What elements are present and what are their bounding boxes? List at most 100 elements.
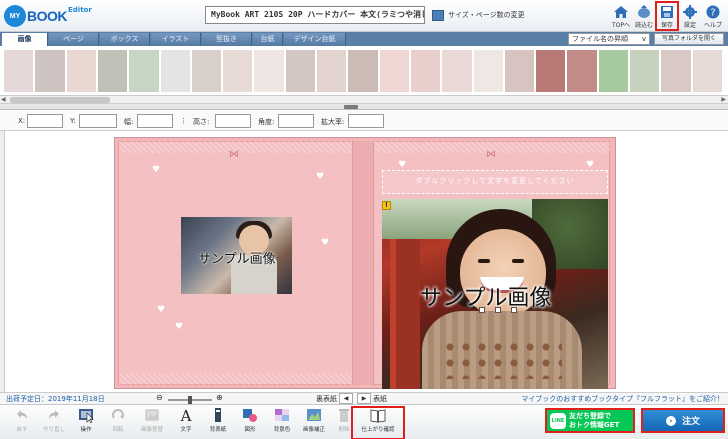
vertical-ruler <box>0 131 5 392</box>
width-field[interactable] <box>137 114 173 128</box>
image-swap-button[interactable]: 画像差替 <box>138 407 166 439</box>
image-thumbnail[interactable] <box>630 50 660 92</box>
image-thumbnail[interactable] <box>442 50 472 92</box>
image-thumbnail[interactable] <box>410 50 441 92</box>
image-thumbnail[interactable] <box>317 50 347 92</box>
image-thumbnail[interactable] <box>567 50 597 92</box>
prev-page-button[interactable]: ◀ <box>339 393 353 404</box>
sort-select[interactable]: ファイル名の昇順 v <box>568 33 650 45</box>
image-thumbnail[interactable] <box>160 50 190 92</box>
correction-button[interactable]: 画像補正 <box>300 407 328 439</box>
tab-images[interactable]: 画像 <box>2 33 48 46</box>
zoom-knob[interactable] <box>188 396 192 404</box>
image-thumbnail[interactable] <box>504 50 535 92</box>
front-title-placeholder: ダブルクリックして文字を変更してください <box>415 177 575 185</box>
tab-boxes[interactable]: ボックス <box>100 33 150 46</box>
shape-button[interactable]: 図形 <box>236 407 264 439</box>
page-navigator: 裏表紙 ◀ ▶ 表紙 <box>316 393 387 404</box>
open-photo-folder-button[interactable]: 写真フォルダを開く <box>654 33 724 45</box>
app-logo[interactable]: MY BOOK Editor <box>4 4 92 28</box>
image-thumbnail[interactable] <box>35 50 65 92</box>
line-text-2: おトク情報GET <box>569 420 620 429</box>
spine-panel[interactable] <box>352 141 374 385</box>
preview-button[interactable]: 仕上がり確認 <box>351 406 405 439</box>
text-button[interactable]: A 文字 <box>172 407 200 439</box>
scroll-thumb[interactable] <box>10 97 110 103</box>
top-load-button[interactable]: 読込む <box>633 2 655 30</box>
promo-link[interactable]: マイブックのおすすめブックタイプ『フルフラット』をご紹介！ <box>521 394 724 404</box>
link-icon[interactable]: ⋮ <box>180 117 187 125</box>
tab-design-mounts[interactable]: デザイン台紙 <box>284 33 346 46</box>
image-thumbnail[interactable] <box>379 50 409 92</box>
top-home-button[interactable]: TOPへ <box>610 2 632 30</box>
image-thumbnail[interactable] <box>598 50 629 92</box>
zoom-slider[interactable]: ⊖ ⊕ <box>156 393 226 404</box>
angle-field[interactable] <box>278 114 314 128</box>
chevron-right-icon: › <box>665 415 676 426</box>
home-icon <box>614 6 628 18</box>
top-settings-button[interactable]: 設定 <box>679 2 701 30</box>
image-thumbnail[interactable] <box>191 50 222 92</box>
resize-handle[interactable] <box>511 307 517 313</box>
spine-button[interactable]: 背表紙 <box>204 407 232 439</box>
image-thumbnail[interactable] <box>254 50 284 92</box>
splitter-grip[interactable] <box>344 105 358 109</box>
heart-icon: ♥ <box>398 160 407 170</box>
tab-cutouts[interactable]: 型抜き <box>202 33 252 46</box>
material-tab-bar: 画像 ページ ボックス イラスト 型抜き 台紙 デザイン台紙 ファイル名の昇順 … <box>0 32 728 46</box>
ribbon-icon: ⋈ <box>486 149 496 160</box>
zoom-in-icon[interactable]: ⊕ <box>216 393 223 402</box>
tab-mounts[interactable]: 台紙 <box>253 33 283 46</box>
rotate-button[interactable]: 回転 <box>104 407 132 439</box>
image-swap-icon <box>145 409 159 421</box>
x-label: X: <box>18 117 26 125</box>
image-thumbnail[interactable] <box>129 50 159 92</box>
change-size-button[interactable]: サイズ・ページ数の変更 <box>432 7 525 23</box>
image-thumbnail[interactable] <box>348 50 378 92</box>
next-page-button[interactable]: ▶ <box>357 393 371 404</box>
line-friend-button[interactable]: LINE 友だち登録で おトク情報GET <box>545 408 635 433</box>
resize-handle[interactable] <box>479 307 485 313</box>
tab-pages[interactable]: ページ <box>49 33 99 46</box>
heart-icon: ♥ <box>175 322 184 332</box>
image-thumbnail[interactable] <box>692 50 722 92</box>
image-thumbnail[interactable] <box>97 50 128 92</box>
image-thumbnail[interactable] <box>66 50 96 92</box>
image-thumbnail[interactable] <box>473 50 503 92</box>
chevron-down-icon: v <box>641 35 646 43</box>
height-field[interactable] <box>215 114 251 128</box>
heart-icon: ♥ <box>321 238 330 248</box>
image-thumbnail[interactable] <box>661 50 691 92</box>
panel-splitter[interactable] <box>0 104 728 110</box>
image-thumbnail[interactable] <box>223 50 253 92</box>
y-field[interactable] <box>79 114 117 128</box>
back-cover-label: 裏表紙 <box>316 394 337 403</box>
angle-label: 角度: <box>258 118 275 126</box>
property-bar: X: Y: 幅: ⋮ 高さ: 角度: 拡大率: <box>0 111 728 131</box>
operate-button[interactable]: 操作 <box>72 407 100 439</box>
text-icon: A <box>180 407 192 423</box>
order-label: 注文 <box>681 417 700 427</box>
scale-field[interactable] <box>348 114 384 128</box>
height-label: 高さ: <box>193 118 210 126</box>
tab-illustrations[interactable]: イラスト <box>151 33 201 46</box>
x-field[interactable] <box>27 114 63 128</box>
thumbnail-scrollbar[interactable]: ◀ ▶ <box>0 96 728 104</box>
undo-button[interactable]: 戻す <box>8 407 36 439</box>
scroll-left-icon[interactable]: ◀ <box>1 96 6 103</box>
top-save-button[interactable]: 保存 <box>655 1 679 31</box>
image-thumbnail[interactable] <box>285 50 316 92</box>
shape-icon <box>243 409 257 422</box>
order-button[interactable]: › 注文 <box>641 408 725 433</box>
image-thumbnail[interactable] <box>536 50 566 92</box>
scroll-right-icon[interactable]: ▶ <box>721 96 726 103</box>
resize-handle[interactable] <box>495 307 501 313</box>
image-thumbnail[interactable] <box>4 50 34 92</box>
zoom-out-icon[interactable]: ⊖ <box>156 393 163 402</box>
top-help-button[interactable]: ? ヘルプ <box>702 2 724 30</box>
warning-icon[interactable]: ! <box>382 201 391 210</box>
redo-button[interactable]: やり直し <box>40 407 68 439</box>
title-bar: MY BOOK Editor MyBook ART 210S 20P ハードカバ… <box>0 0 728 32</box>
bg-color-button[interactable]: 背景色 <box>268 407 296 439</box>
rotate-icon <box>112 409 124 419</box>
